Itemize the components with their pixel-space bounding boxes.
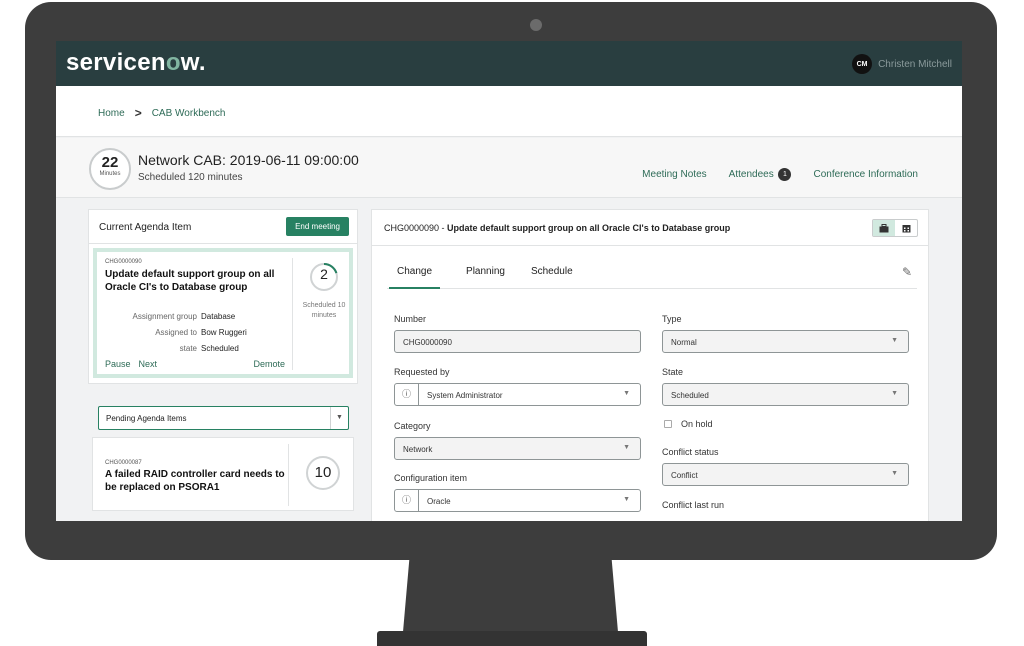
change-short-description: Update default support group on all Orac…: [447, 223, 731, 233]
tab-planning[interactable]: Planning: [466, 265, 505, 289]
chevron-down-icon: ▼: [891, 470, 898, 477]
attendees-link[interactable]: Attendees 1: [729, 168, 792, 181]
current-agenda-item[interactable]: CHG0000090 Update default support group …: [93, 248, 353, 378]
requested-by-label: Requested by: [394, 367, 450, 377]
tab-change[interactable]: Change: [389, 265, 441, 289]
pending-item-timer: 10: [306, 456, 340, 490]
calendar-icon-graphic: [902, 224, 910, 232]
chevron-down-icon: ▼: [623, 444, 630, 451]
type-label: Type: [662, 314, 682, 324]
screen: servicenow. CM Christen Mitchell Home > …: [56, 41, 962, 521]
category-value: Network: [403, 445, 433, 454]
meeting-timer: 22 Minutes: [89, 148, 131, 190]
requested-by-field[interactable]: ⓘ System Administrator ▼: [394, 383, 641, 406]
chevron-down-icon: ▼: [330, 407, 348, 429]
servicenow-logo[interactable]: servicenow.: [66, 49, 206, 77]
current-item-actions: Pause Next Demote: [105, 359, 285, 369]
pending-item-title: A failed RAID controller card needs to b…: [105, 469, 285, 493]
type-value: Normal: [671, 338, 697, 347]
pause-link[interactable]: Pause: [105, 359, 131, 369]
current-item-title: Update default support group on all Orac…: [105, 269, 275, 293]
change-form-panel: CHG0000090 - Update default support grou…: [371, 209, 929, 521]
divider: [288, 444, 289, 506]
meeting-subtitle: Scheduled 120 minutes: [138, 172, 243, 183]
user-name: Christen Mitchell: [878, 58, 952, 70]
current-agenda-panel: Current Agenda Item End meeting CHG00000…: [88, 209, 358, 384]
number-label: Number: [394, 314, 427, 324]
divider: [292, 258, 293, 370]
field-row: Assignment group Database: [132, 312, 236, 321]
number-field[interactable]: CHG0000090: [394, 330, 641, 353]
calendar-icon[interactable]: [895, 220, 917, 236]
field-row: Assigned to Bow Ruggeri: [155, 328, 247, 337]
meeting-links: Meeting Notes Attendees 1 Conference Inf…: [642, 168, 918, 181]
next-link[interactable]: Next: [139, 359, 158, 369]
info-icon[interactable]: ⓘ: [395, 384, 419, 405]
breadcrumb-separator: >: [134, 106, 142, 120]
pending-agenda-select[interactable]: Pending Agenda Items ▼: [98, 406, 349, 430]
avatar: CM: [852, 54, 873, 74]
item-timer-value: 2: [320, 266, 328, 282]
state-value: Scheduled: [671, 391, 709, 400]
state-select[interactable]: Scheduled ▼: [662, 383, 909, 406]
change-number: CHG0000090: [384, 223, 440, 233]
conflict-status-select[interactable]: Conflict ▼: [662, 463, 909, 486]
current-agenda-header: Current Agenda Item End meeting: [89, 210, 357, 244]
number-value: CHG0000090: [403, 338, 452, 347]
chevron-down-icon: ▼: [891, 337, 898, 344]
on-hold-checkbox[interactable]: [664, 420, 672, 428]
current-agenda-title: Current Agenda Item: [99, 222, 192, 233]
configuration-item-label: Configuration item: [394, 473, 468, 483]
pencil-icon[interactable]: ✎: [902, 265, 912, 279]
breadcrumb-home[interactable]: Home: [98, 108, 125, 119]
user-menu[interactable]: CM Christen Mitchell: [852, 54, 952, 74]
on-hold-label: On hold: [681, 419, 713, 429]
briefcase-icon[interactable]: [873, 220, 895, 236]
conference-info-link[interactable]: Conference Information: [813, 169, 918, 180]
breadcrumb: Home > CAB Workbench: [98, 106, 225, 120]
chevron-down-icon: ▼: [623, 496, 630, 503]
info-icon[interactable]: ⓘ: [395, 490, 419, 511]
conflict-status-value: Conflict: [671, 471, 698, 480]
configuration-item-field[interactable]: ⓘ Oracle ▼: [394, 489, 641, 512]
attendee-count-badge: 1: [778, 168, 792, 181]
state-label: State: [662, 367, 684, 377]
configuration-item-value: Oracle: [427, 497, 451, 506]
monitor-base: [377, 631, 647, 646]
change-tabs: Change Planning Schedule: [387, 265, 917, 289]
briefcase-icon-graphic: [879, 223, 889, 232]
attendees-label: Attendees: [728, 169, 774, 181]
change-form-header: CHG0000090 - Update default support grou…: [372, 210, 928, 246]
category-label: Category: [394, 421, 431, 431]
requested-by-value: System Administrator: [427, 391, 503, 400]
category-select[interactable]: Network ▼: [394, 437, 641, 460]
meeting-notes-link[interactable]: Meeting Notes: [642, 169, 706, 180]
chevron-down-icon: ▼: [891, 390, 898, 397]
demote-link[interactable]: Demote: [253, 359, 285, 369]
current-item-fields: Assignment group Database Assigned to Bow …: [105, 309, 247, 357]
conflict-status-label: Conflict status: [662, 447, 719, 457]
top-header: servicenow. CM Christen Mitchell: [56, 41, 962, 86]
breadcrumb-bar: Home > CAB Workbench: [56, 86, 962, 137]
type-select[interactable]: Normal ▼: [662, 330, 909, 353]
chevron-down-icon: ▼: [623, 390, 630, 397]
tab-schedule[interactable]: Schedule: [531, 265, 573, 289]
monitor-stand: [403, 558, 618, 632]
breadcrumb-current[interactable]: CAB Workbench: [152, 108, 226, 119]
pending-select-value: Pending Agenda Items: [106, 414, 187, 423]
current-item-number: CHG0000090: [105, 259, 142, 265]
meeting-header: 22 Minutes Network CAB: 2019-06-11 09:00…: [56, 138, 962, 198]
view-toggle: [872, 219, 918, 237]
meeting-timer-value: 22: [101, 154, 119, 171]
pending-item-number: CHG0000087: [105, 460, 142, 466]
field-row: state Scheduled: [179, 344, 239, 353]
end-meeting-button[interactable]: End meeting: [286, 217, 349, 236]
meeting-title: Network CAB: 2019-06-11 09:00:00: [138, 152, 359, 168]
item-scheduled-text: Scheduled 10 minutes: [302, 302, 346, 319]
meeting-timer-unit: Minutes: [99, 171, 121, 177]
camera-dot: [530, 19, 542, 31]
change-form-title: CHG0000090 - Update default support grou…: [384, 223, 731, 233]
conflict-last-run-label: Conflict last run: [662, 500, 725, 510]
